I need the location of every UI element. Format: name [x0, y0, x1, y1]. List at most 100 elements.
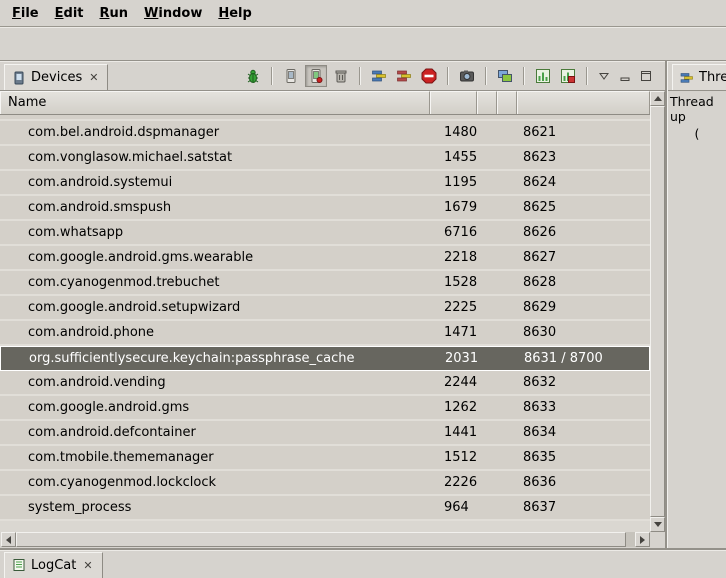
toolbar-separator — [485, 67, 487, 85]
process-pid: 1512 — [430, 450, 477, 465]
vertical-scrollbar[interactable] — [650, 91, 665, 532]
process-name: com.android.defcontainer — [0, 425, 430, 440]
process-name: com.cyanogenmod.trebuchet — [0, 275, 430, 290]
column-header-spacer[interactable] — [497, 91, 517, 114]
process-port: 8630 — [517, 325, 650, 340]
devices-toolbar — [242, 61, 655, 91]
process-port: 8628 — [517, 275, 650, 290]
devices-panel-header: Devices — [0, 61, 665, 91]
stop-profiling-icon[interactable] — [557, 65, 579, 87]
horizontal-scrollbar[interactable] — [1, 532, 650, 547]
process-name: org.sufficientlysecure.keychain:passphra… — [1, 351, 431, 366]
process-pid: 1195 — [430, 175, 477, 190]
tab-devices-label: Devices — [31, 70, 82, 85]
logcat-icon — [12, 558, 26, 572]
process-pid: 22250 — [430, 300, 477, 315]
column-header-pid[interactable] — [430, 91, 477, 114]
scroll-down-button[interactable] — [650, 517, 665, 532]
process-name: com.tmobile.thememanager — [0, 450, 430, 465]
table-row[interactable]: com.google.android.gms126238633 — [0, 396, 650, 421]
threads-panel: Threa Thread up ( — [667, 61, 726, 548]
menu-item-edit[interactable]: Edit — [47, 2, 92, 25]
device-table: Name com.bel.android.dspmanager14808621c… — [0, 91, 650, 532]
debug-icon[interactable] — [242, 65, 264, 87]
process-pid: 20311 — [431, 351, 478, 366]
menubar: FileEditRunWindowHelp — [0, 0, 726, 27]
table-row[interactable]: com.tmobile.thememanager1512 8635 — [0, 446, 650, 471]
horizontal-scrollbar-thumb[interactable] — [16, 532, 626, 547]
close-icon[interactable] — [87, 71, 100, 84]
table-row[interactable]: system_process9648637 — [0, 496, 650, 521]
tab-devices[interactable]: Devices — [4, 64, 108, 90]
table-row[interactable]: com.android.smspush16798625 — [0, 196, 650, 221]
process-port: 8627 — [517, 250, 650, 265]
column-header-port[interactable] — [517, 91, 650, 114]
scroll-right-button[interactable] — [635, 532, 650, 547]
process-pid: 14553 — [430, 150, 477, 165]
menu-item-file[interactable]: File — [4, 2, 47, 25]
process-name: com.android.phone — [0, 325, 430, 340]
process-pid: 14411 — [430, 425, 477, 440]
close-icon[interactable] — [81, 559, 94, 572]
menu-item-help[interactable]: Help — [210, 2, 259, 25]
process-port: 8624 — [517, 175, 650, 190]
system-info-icon[interactable] — [494, 65, 516, 87]
stop-threads-icon[interactable] — [393, 65, 415, 87]
table-row[interactable]: com.whatsapp6716 8626 — [0, 221, 650, 246]
devices-panel: Devices — [0, 61, 667, 548]
menu-item-run[interactable]: Run — [92, 2, 137, 25]
table-row[interactable]: com.android.defcontainer14411 8634 — [0, 421, 650, 446]
table-row[interactable]: com.vonglasow.michael.satstat145538623 — [0, 146, 650, 171]
table-row[interactable]: com.google.android.gms.wearable22185 8627 — [0, 246, 650, 271]
threads-message-line2: ( — [670, 126, 724, 141]
table-row[interactable]: com.cyanogenmod.lockclock222658636 — [0, 471, 650, 496]
process-port: 8626 — [517, 225, 650, 240]
table-row[interactable]: com.cyanogenmod.trebuchet15288628 — [0, 271, 650, 296]
stop-process-icon[interactable] — [418, 65, 440, 87]
process-pid: 1679 — [430, 200, 477, 215]
start-profiling-icon[interactable] — [532, 65, 554, 87]
table-row[interactable]: com.android.phone1471 8630 — [0, 321, 650, 346]
toolbar-separator — [271, 67, 273, 85]
update-heap-icon[interactable] — [280, 65, 302, 87]
process-name: com.android.systemui — [0, 175, 430, 190]
tab-threads[interactable]: Threa — [672, 64, 726, 90]
cause-gc-icon[interactable] — [330, 65, 352, 87]
table-row[interactable]: com.bel.android.dspmanager14808621 — [0, 121, 650, 146]
table-row[interactable]: com.android.systemui1195 8624 — [0, 171, 650, 196]
process-port: 8634 — [517, 425, 650, 440]
threads-message-line1: Thread up — [670, 94, 724, 124]
process-pid: 22185 — [430, 250, 477, 265]
process-pid: 1471 — [430, 325, 477, 340]
process-pid: 22265 — [430, 475, 477, 490]
process-port: 8635 — [517, 450, 650, 465]
scrollbar-corner — [650, 532, 665, 547]
process-pid: 6716 — [430, 225, 477, 240]
process-port: 8625 — [517, 200, 650, 215]
toolbar-separator — [586, 67, 588, 85]
view-menu-icon[interactable] — [595, 67, 613, 85]
minimize-icon[interactable] — [616, 67, 634, 85]
scroll-up-button[interactable] — [650, 91, 665, 106]
dump-hprof-icon[interactable] — [305, 65, 327, 87]
tab-logcat[interactable]: LogCat — [4, 552, 103, 578]
process-port: 8629 — [517, 300, 650, 315]
table-row[interactable]: com.android.vending224408632 — [0, 371, 650, 396]
process-name: com.whatsapp — [0, 225, 430, 240]
table-row[interactable]: com.google.android.setupwizard222508629 — [0, 296, 650, 321]
process-port: 8621 — [517, 125, 650, 140]
tab-logcat-label: LogCat — [31, 558, 76, 573]
scroll-left-button[interactable] — [1, 532, 16, 547]
vertical-scrollbar-thumb[interactable] — [650, 106, 665, 517]
screen-capture-icon[interactable] — [456, 65, 478, 87]
process-name: com.google.android.gms.wearable — [0, 250, 430, 265]
logcat-bar: LogCat — [0, 548, 726, 577]
menu-item-window[interactable]: Window — [136, 2, 210, 25]
main-area: Devices — [0, 61, 726, 548]
maximize-icon[interactable] — [637, 67, 655, 85]
table-row[interactable]: org.sufficientlysecure.keychain:passphra… — [0, 346, 650, 371]
column-header-spacer[interactable] — [477, 91, 497, 114]
column-header-name[interactable]: Name — [0, 91, 430, 114]
update-threads-icon[interactable] — [368, 65, 390, 87]
toolbar-separator — [523, 67, 525, 85]
